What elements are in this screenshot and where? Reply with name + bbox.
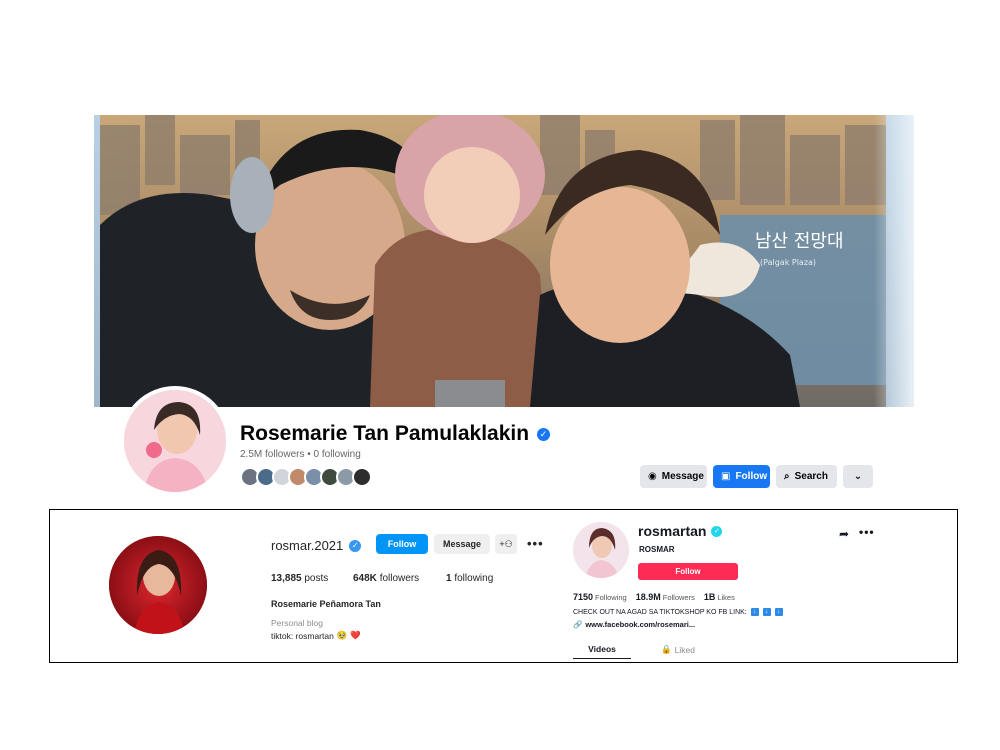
tiktok-username-text: rosmartan [638,523,707,539]
followers-stat[interactable]: 18.9M Followers [636,592,695,602]
followers-count: 18.9M [635,592,661,602]
red-heart-emoji: ❤️ [350,630,362,640]
following-count: 7150 [573,592,594,602]
following-count[interactable]: 0 following [314,449,361,460]
search-button[interactable]: ⌕ Search [776,465,837,488]
down-arrow-icon: ↓ [762,608,771,616]
instagram-category: Personal blog [271,618,323,628]
likes-count: 1B [703,592,716,602]
instagram-stats: 13,885 posts 648K followers 1 following [271,573,493,584]
tiktok-link-text: www.facebook.com/rosemari... [585,620,696,629]
followers-stat[interactable]: 648K followers [353,573,446,584]
facebook-profile-avatar[interactable] [120,386,230,496]
instagram-avatar-image [109,536,207,634]
following-count: 1 [446,573,452,584]
more-options-icon[interactable]: ••• [859,525,875,539]
instagram-profile-avatar[interactable] [109,536,207,634]
posts-count: 13,885 [271,573,302,584]
tiktok-stats: 7150 Following 18.9M Followers 1B Likes [573,592,744,602]
cover-sign-text: 남산 전망대 [755,231,844,252]
cover-fade [874,115,914,407]
search-icon: ⌕ [784,471,790,482]
tiktok-username: rosmartan ✓ [638,523,723,539]
message-button[interactable]: ◉ Message [640,465,707,488]
instagram-bio: tiktok: rosmartan 🥹 ❤️ [271,630,361,641]
messenger-icon: ◉ [648,471,657,482]
message-button-label: Message [661,471,704,482]
profile-name-text: Rosemarie Tan Pamulaklakin [240,422,530,445]
instagram-profile-panel: rosmar.2021 ✓ Follow Message +⚇ ••• 13,8… [49,509,564,663]
follow-button-label: Follow [735,471,768,482]
tiktok-bio: CHECK OUT NA AGAD SA TIKTOKSHOP KO FB LI… [573,608,783,616]
pleading-face-emoji: 🥹 [336,630,348,640]
instagram-full-name: Rosemarie Peñamora Tan [271,599,381,609]
verified-badge-icon: ✓ [537,427,551,441]
followers-label: followers [379,573,420,584]
tab-videos[interactable]: Videos [573,644,631,659]
posts-stat: 13,885 posts [271,573,353,584]
verified-badge-icon: ✓ [349,539,362,552]
followers-count: 648K [353,573,377,584]
tiktok-profile-panel: rosmartan ✓ ROSMAR ➦ ••• Follow 7150 Foll… [563,509,958,663]
more-options-button[interactable]: ⌄ [843,465,873,488]
lock-icon: 🔒 [661,644,672,654]
share-icon[interactable]: ➦ [839,527,849,541]
tiktok-bio-text: CHECK OUT NA AGAD SA TIKTOKSHOP KO FB LI… [573,608,747,616]
avatar-image [124,390,226,492]
tiktok-nickname: ROSMAR [639,545,675,554]
tab-liked-label: Liked [674,644,695,655]
down-arrow-icon: ↓ [750,608,759,616]
tiktok-bio-link[interactable]: 🔗 www.facebook.com/rosemari... [573,620,695,629]
search-button-label: Search [794,471,828,482]
tiktok-tabs: Videos 🔒 Liked [573,644,707,659]
following-stat[interactable]: 1 following [446,573,493,584]
more-options-icon[interactable]: ••• [527,536,544,551]
chevron-down-icon: ⌄ [853,471,863,482]
add-user-icon: +⚇ [499,538,513,549]
follow-button[interactable]: ▣ Follow [713,465,770,488]
instagram-username-text: rosmar.2021 [271,538,344,553]
posts-label: posts [304,573,329,584]
instagram-bio-text: tiktok: rosmartan [271,630,334,641]
cover-sign-subtext: (Palgak Plaza) [760,258,816,267]
instagram-follow-button[interactable]: Follow [376,534,428,554]
following-label: Following [595,593,627,602]
tab-liked[interactable]: 🔒 Liked [649,644,707,659]
tiktok-follow-button[interactable]: Follow [638,563,738,580]
add-user-button[interactable]: +⚇ [495,534,517,554]
followers-label: Followers [662,593,695,602]
tiktok-avatar-image [573,522,629,578]
down-arrow-icon: ↓ [774,608,783,616]
likes-label: Likes [717,593,735,602]
tab-videos-label: Videos [588,644,616,654]
instagram-username: rosmar.2021 ✓ [271,538,362,553]
tiktok-profile-avatar[interactable] [573,522,629,578]
follower-avatars[interactable] [240,467,372,487]
cover-photo-image: 남산 전망대 (Palgak Plaza) [100,115,886,407]
stats-separator: • [304,449,314,460]
verified-badge-icon: ✓ [711,525,723,537]
followers-count[interactable]: 2.5M followers [240,449,304,460]
facebook-profile-name: Rosemarie Tan Pamulaklakin ✓ [240,422,551,446]
link-icon: 🔗 [573,620,583,629]
following-stat[interactable]: 7150 Following [573,592,627,602]
following-label: following [454,573,494,584]
instagram-message-button[interactable]: Message [434,534,490,554]
facebook-follow-stats: 2.5M followers • 0 following [240,449,361,460]
likes-stat: 1B Likes [704,592,735,602]
follow-icon: ▣ [721,471,731,482]
facebook-profile-actions: ◉ Message ▣ Follow ⌕ Search ⌄ [640,465,873,488]
cover-photo: 남산 전망대 (Palgak Plaza) [94,115,914,407]
follower-avatar[interactable] [352,467,372,487]
